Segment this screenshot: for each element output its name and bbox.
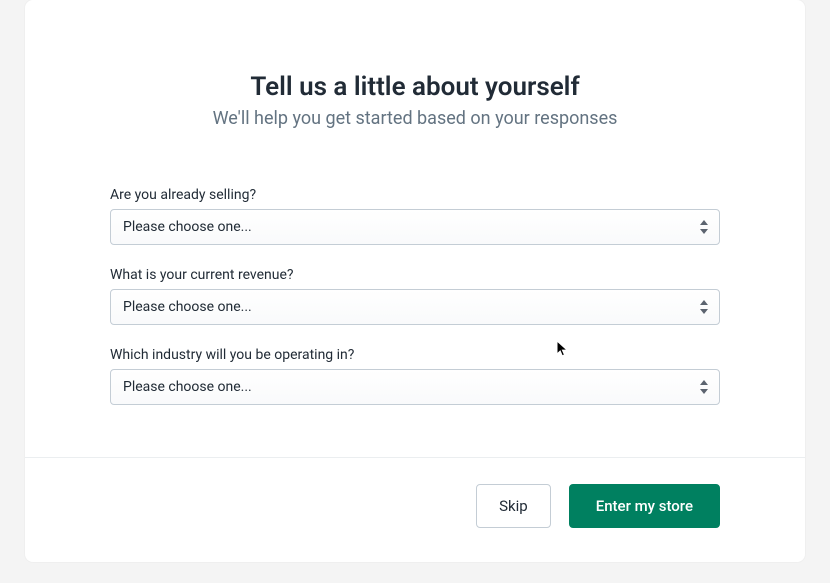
select-value: Please choose one... [123, 219, 252, 235]
select-sort-icon [699, 300, 709, 314]
enter-store-button[interactable]: Enter my store [569, 484, 720, 528]
select-already-selling[interactable]: Please choose one... [110, 209, 720, 245]
skip-button[interactable]: Skip [476, 484, 551, 528]
select-sort-icon [699, 380, 709, 394]
label-current-revenue: What is your current revenue? [110, 267, 720, 283]
footer: Skip Enter my store [25, 457, 805, 562]
onboarding-page: Tell us a little about yourself We'll he… [0, 0, 830, 583]
label-industry: Which industry will you be operating in? [110, 347, 720, 363]
select-current-revenue[interactable]: Please choose one... [110, 289, 720, 325]
select-sort-icon [699, 220, 709, 234]
label-already-selling: Are you already selling? [110, 187, 720, 203]
page-title: Tell us a little about yourself [65, 72, 765, 102]
header: Tell us a little about yourself We'll he… [25, 72, 805, 129]
field-current-revenue: What is your current revenue? Please cho… [110, 267, 720, 325]
field-industry: Which industry will you be operating in?… [110, 347, 720, 405]
select-value: Please choose one... [123, 379, 252, 395]
onboarding-card: Tell us a little about yourself We'll he… [25, 0, 805, 562]
select-value: Please choose one... [123, 299, 252, 315]
field-already-selling: Are you already selling? Please choose o… [110, 187, 720, 245]
form: Are you already selling? Please choose o… [25, 129, 805, 457]
select-industry[interactable]: Please choose one... [110, 369, 720, 405]
page-subtitle: We'll help you get started based on your… [65, 108, 765, 129]
